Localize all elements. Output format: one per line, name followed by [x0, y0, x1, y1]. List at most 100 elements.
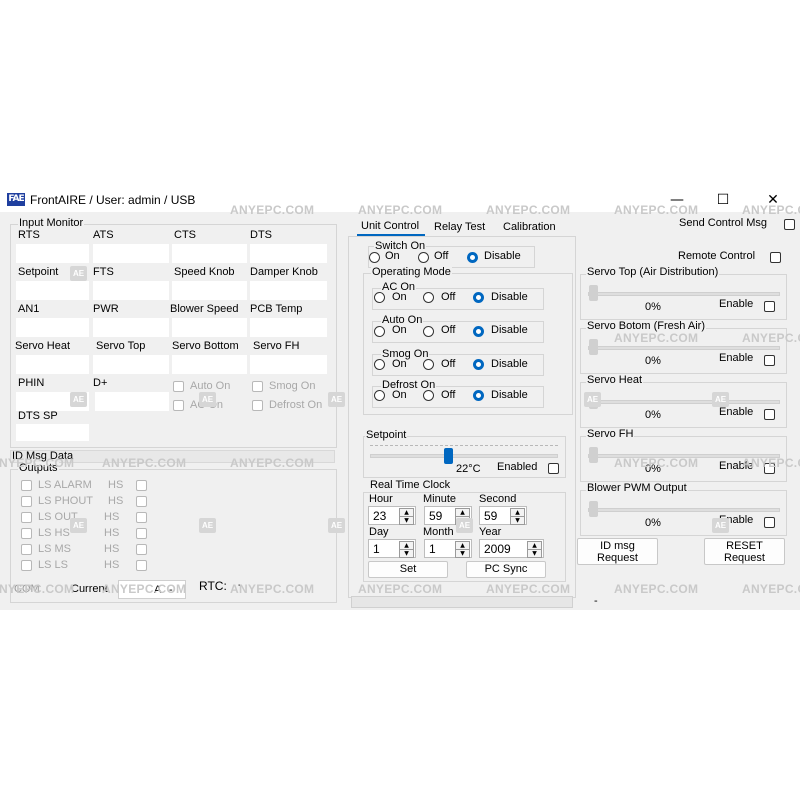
switch-on-radio-off[interactable] [418, 252, 429, 263]
watermark-text: ANYEPC.COM [0, 582, 75, 596]
hour-spinner[interactable]: 23 ▲ ▼ [368, 506, 416, 525]
second-spinner[interactable]: 59 ▲ ▼ [479, 506, 527, 525]
auto-on-radio-disable[interactable] [473, 326, 484, 337]
output-hs-checkbox[interactable] [136, 544, 147, 555]
frontaire-logo-icon: FAE [7, 193, 25, 206]
id-msg-request-button[interactable]: ID msg Request [577, 538, 658, 565]
ac-on-radio-on[interactable] [374, 292, 385, 303]
month-spinner[interactable]: 1 ▲ ▼ [424, 539, 472, 558]
setpoint-slider-thumb[interactable] [444, 448, 453, 464]
blower-pwm-slider-thumb[interactable] [589, 501, 598, 517]
output-ls-out-checkbox[interactable] [21, 512, 32, 523]
month-down-icon[interactable]: ▼ [455, 549, 470, 558]
defrost-on-radio-disable[interactable] [473, 390, 484, 401]
pc-sync-button[interactable]: PC Sync [466, 561, 546, 578]
watermark-logo-icon: AE [328, 518, 345, 533]
tab-relay-test[interactable]: Relay Test [434, 221, 485, 233]
day-value: 1 [373, 542, 380, 556]
defrost-on-checkbox[interactable] [252, 400, 263, 411]
smog-on-label: Smog On [269, 380, 316, 392]
servo-bottom-label: Servo Bottom [172, 340, 239, 352]
smog-on-on-label: On [392, 358, 407, 370]
output-hs-checkbox[interactable] [136, 528, 147, 539]
defrost-on-radio-on[interactable] [374, 390, 385, 401]
rts-label: RTS [18, 229, 40, 241]
auto-on-radio-on[interactable] [374, 326, 385, 337]
smog-on-radio-disable[interactable] [473, 359, 484, 370]
switch-on-on-label: On [385, 250, 400, 262]
send-control-msg-checkbox[interactable] [784, 219, 795, 230]
output-ls-ls-checkbox[interactable] [21, 560, 32, 571]
ac-on-off-label: Off [441, 291, 456, 303]
servo-fh-label: Servo FH [253, 340, 300, 352]
reset-request-button[interactable]: RESET Request [704, 538, 785, 565]
servo-bottom-field [172, 355, 247, 374]
tab-calibration[interactable]: Calibration [503, 221, 556, 233]
setpoint-enabled-checkbox[interactable] [548, 463, 559, 474]
day-spinner[interactable]: 1 ▲ ▼ [368, 539, 416, 558]
watermark-text: ANYEPC.COM [742, 456, 800, 470]
output-hs-checkbox[interactable] [136, 496, 147, 507]
ac-on-checkbox[interactable] [173, 400, 184, 411]
ac-on-disable-label: Disable [491, 291, 528, 303]
auto-on-checkbox[interactable] [173, 381, 184, 392]
horizontal-scrollbar[interactable] [351, 596, 573, 608]
maximize-button[interactable]: ☐ [700, 188, 746, 212]
dplus-label: D+ [93, 377, 108, 389]
switch-on-title: Switch On [374, 240, 427, 252]
ac-on-radio-disable[interactable] [473, 292, 484, 303]
output-ls-hs-checkbox[interactable] [21, 528, 32, 539]
switch-on-radio-disable[interactable] [467, 252, 478, 263]
servo-heat-label: Servo Heat [15, 340, 71, 352]
switch-on-radio-on[interactable] [369, 252, 380, 263]
watermark-text: ANYEPC.COM [614, 203, 699, 217]
servo-top-slider-thumb[interactable] [589, 285, 598, 301]
speed-knob-field [172, 281, 247, 300]
ac-on-radio-off[interactable] [423, 292, 434, 303]
year-spinner[interactable]: 2009 ▲ ▼ [479, 539, 544, 558]
hour-down-icon[interactable]: ▼ [399, 516, 414, 525]
output-ls-phout-checkbox[interactable] [21, 496, 32, 507]
watermark-logo-icon: AE [712, 392, 729, 407]
watermark-text: ANYEPC.COM [486, 203, 571, 217]
phin-label: PHIN [18, 377, 45, 389]
smog-on-disable-label: Disable [491, 358, 528, 370]
smog-on-radio-on[interactable] [374, 359, 385, 370]
servo-fh-slider-thumb[interactable] [589, 447, 598, 463]
watermark-text: ANYEPC.COM [742, 582, 800, 596]
remote-control-checkbox[interactable] [770, 252, 781, 263]
defrost-on-label: Defrost On [269, 399, 323, 411]
output-hs-label: HS [104, 527, 120, 539]
second-down-icon[interactable]: ▼ [510, 516, 525, 525]
servo-top-enable-checkbox[interactable] [764, 301, 775, 312]
remote-control-label: Remote Control [678, 250, 756, 262]
dts-sp-label: DTS SP [18, 410, 58, 422]
output-hs-checkbox[interactable] [136, 560, 147, 571]
servo-fh-field [250, 355, 327, 374]
watermark-text: ANYEPC.COM [614, 456, 699, 470]
output-hs-checkbox[interactable] [136, 480, 147, 491]
watermark-text: ANYEPC.COM [614, 331, 699, 345]
defrost-on-radio-off[interactable] [423, 390, 434, 401]
year-down-icon[interactable]: ▼ [527, 549, 542, 558]
blower-pwm-enable-checkbox[interactable] [764, 517, 775, 528]
output-hs-label: HS [108, 495, 124, 507]
output-ls-hs-label: LS HS [38, 527, 70, 539]
smog-on-radio-off[interactable] [423, 359, 434, 370]
servo-bottom-enable-checkbox[interactable] [764, 355, 775, 366]
auto-on-radio-off[interactable] [423, 326, 434, 337]
set-button[interactable]: Set [368, 561, 448, 578]
servo-bottom-slider-thumb[interactable] [589, 339, 598, 355]
output-ls-alarm-checkbox[interactable] [21, 480, 32, 491]
output-ls-ms-checkbox[interactable] [21, 544, 32, 555]
hour-label: Hour [369, 493, 393, 505]
tab-unit-control[interactable]: Unit Control [361, 220, 419, 232]
servo-heat-enable-checkbox[interactable] [764, 409, 775, 420]
smog-on-checkbox[interactable] [252, 381, 263, 392]
day-down-icon[interactable]: ▼ [399, 549, 414, 558]
pcb-temp-label: PCB Temp [250, 303, 303, 315]
pwr-label: PWR [93, 303, 119, 315]
output-hs-checkbox[interactable] [136, 512, 147, 523]
servo-heat-enable-label: Enable [719, 406, 754, 418]
an1-field [16, 318, 89, 337]
